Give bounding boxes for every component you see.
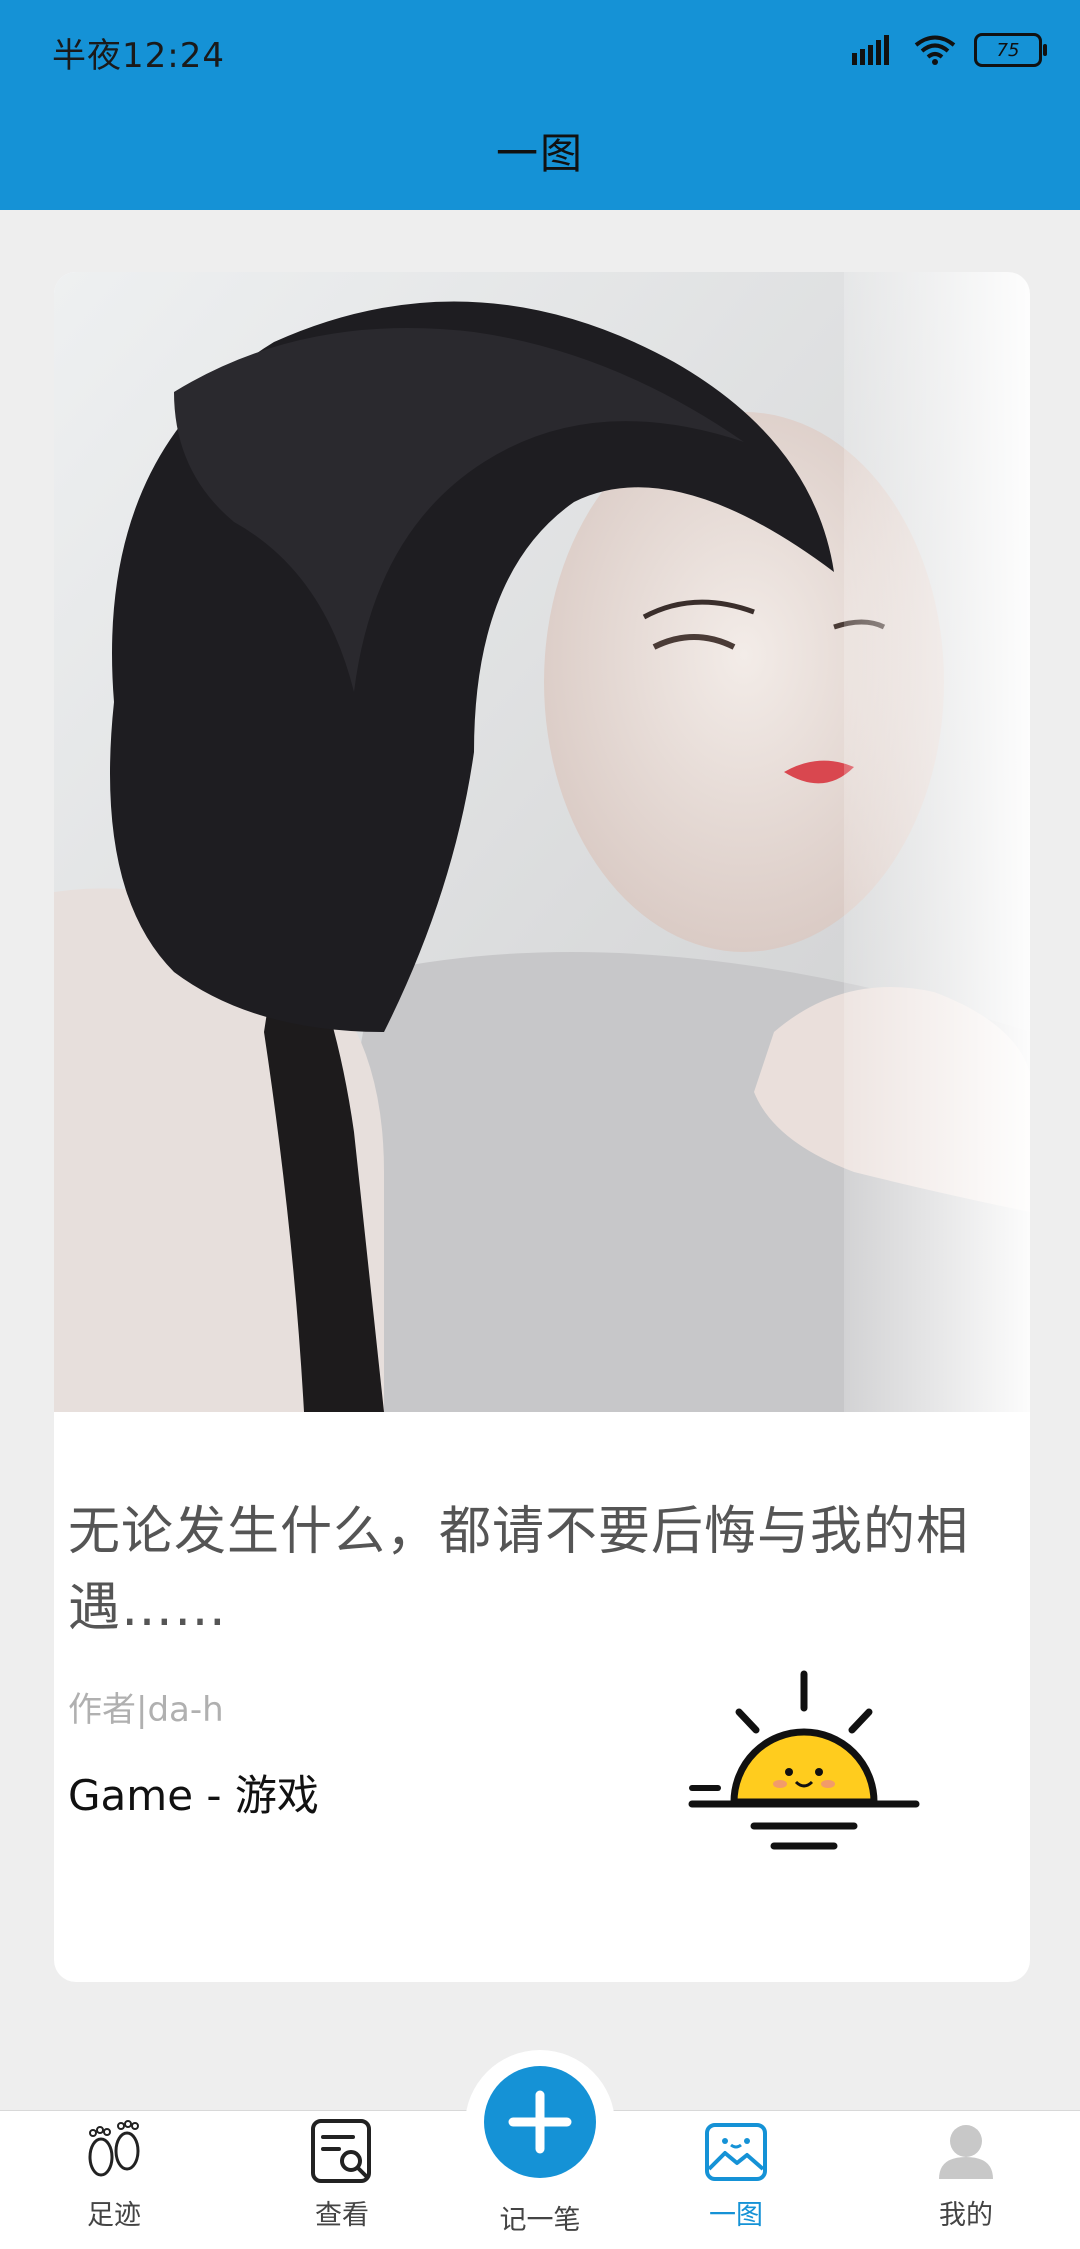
signal-icon <box>852 35 889 65</box>
add-record-button[interactable] <box>484 2066 596 2178</box>
nav-label-picture: 一图 <box>709 2200 763 2231</box>
daily-picture-card[interactable]: 无论发生什么，都请不要后悔与我的相遇…… 作者|da-h Game - 游戏 <box>54 272 1030 1982</box>
battery-icon: 75 <box>974 33 1047 67</box>
nav-label-profile: 我的 <box>939 2200 993 2231</box>
status-time: 半夜12:24 <box>52 36 225 76</box>
author-label: 作者|da-h <box>68 1690 224 1730</box>
quote-text: 无论发生什么，都请不要后悔与我的相遇…… <box>68 1502 970 1638</box>
status-icons: 75 <box>852 30 1047 70</box>
profile-icon <box>939 2125 993 2179</box>
image-icon <box>705 2123 767 2181</box>
view-search-icon <box>311 2119 371 2183</box>
nav-label-add: 记一笔 <box>499 2205 581 2236</box>
wifi-icon <box>914 35 956 65</box>
footprints-icon <box>88 2120 140 2177</box>
nav-view[interactable]: 查看 <box>262 2117 422 2247</box>
sunrise-logo-icon <box>688 1670 920 1850</box>
nav-profile[interactable]: 我的 <box>886 2117 1046 2247</box>
top-bar: 半夜12:24 75 一图 <box>0 0 1080 210</box>
nav-label-footprints: 足迹 <box>87 2200 141 2231</box>
card-photo[interactable] <box>54 272 1030 1412</box>
page-title: 一图 <box>495 129 584 178</box>
nav-footprints[interactable]: 足迹 <box>34 2117 194 2247</box>
nav-picture[interactable]: 一图 <box>656 2117 816 2247</box>
add-icon <box>508 2090 572 2154</box>
category-label: Game - 游戏 <box>68 1771 319 1820</box>
nav-label-view: 查看 <box>315 2200 369 2231</box>
